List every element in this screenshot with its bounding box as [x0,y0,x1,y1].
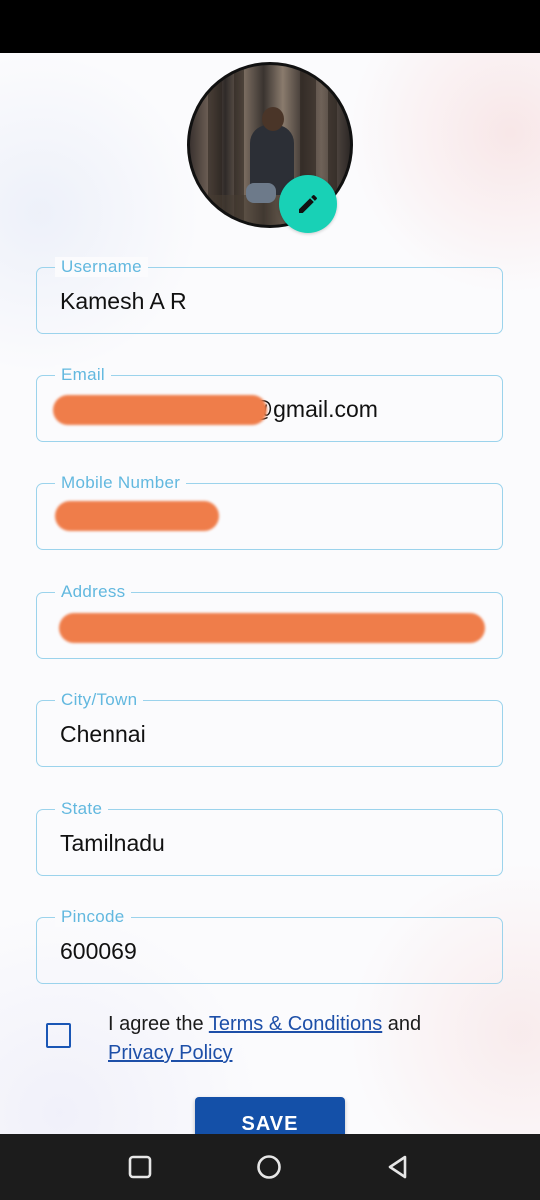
city-town-value: Chennai [60,721,146,747]
state-field[interactable]: State Tamilnadu [36,799,503,876]
pincode-label: Pincode [55,907,131,927]
agree-checkbox[interactable] [46,1023,71,1048]
back-button[interactable] [358,1134,438,1200]
address-field[interactable]: Address [36,582,503,659]
triangle-back-icon [388,1155,407,1179]
edit-photo-button[interactable] [279,175,337,233]
save-button[interactable]: SAVE [195,1097,345,1134]
agreement-text: I agree the Terms & Conditions and Privac… [108,1010,508,1068]
pencil-icon [299,194,318,213]
email-redaction [53,395,267,425]
mobile-redaction [55,501,219,531]
city-town-field[interactable]: City/Town Chennai [36,690,503,767]
mobile-number-field[interactable]: Mobile Number [36,473,503,550]
pincode-field[interactable]: Pincode 600069 [36,907,503,984]
navigation-bar [0,1134,540,1200]
username-field[interactable]: Username Kamesh A R [36,257,503,334]
username-label: Username [55,257,148,277]
terms-link[interactable]: Terms & Conditions [209,1013,382,1035]
state-value: Tamilnadu [60,830,165,856]
status-bar [0,0,540,53]
terms-agreement: I agree the Terms & Conditions and Privac… [46,1010,516,1080]
email-label: Email [55,365,112,385]
privacy-policy-link[interactable]: Privacy Policy [108,1042,232,1064]
recents-button[interactable] [100,1134,180,1200]
address-redaction [59,613,485,643]
email-field[interactable]: Email a@gmail.com [36,365,503,442]
circle-icon [257,1155,281,1179]
profile-screen: Username Kamesh A R Email a@gmail.com Mo… [0,53,540,1134]
profile-photo-container [187,62,353,233]
username-value: Kamesh A R [60,288,187,314]
agreement-middle: and [382,1013,422,1035]
home-button[interactable] [229,1134,309,1200]
state-label: State [55,799,109,819]
square-icon [128,1155,152,1179]
mobile-number-label: Mobile Number [55,473,187,493]
city-town-label: City/Town [55,690,144,710]
agreement-prefix: I agree the [108,1013,209,1035]
address-label: Address [55,582,132,602]
pincode-value: 600069 [60,938,137,964]
